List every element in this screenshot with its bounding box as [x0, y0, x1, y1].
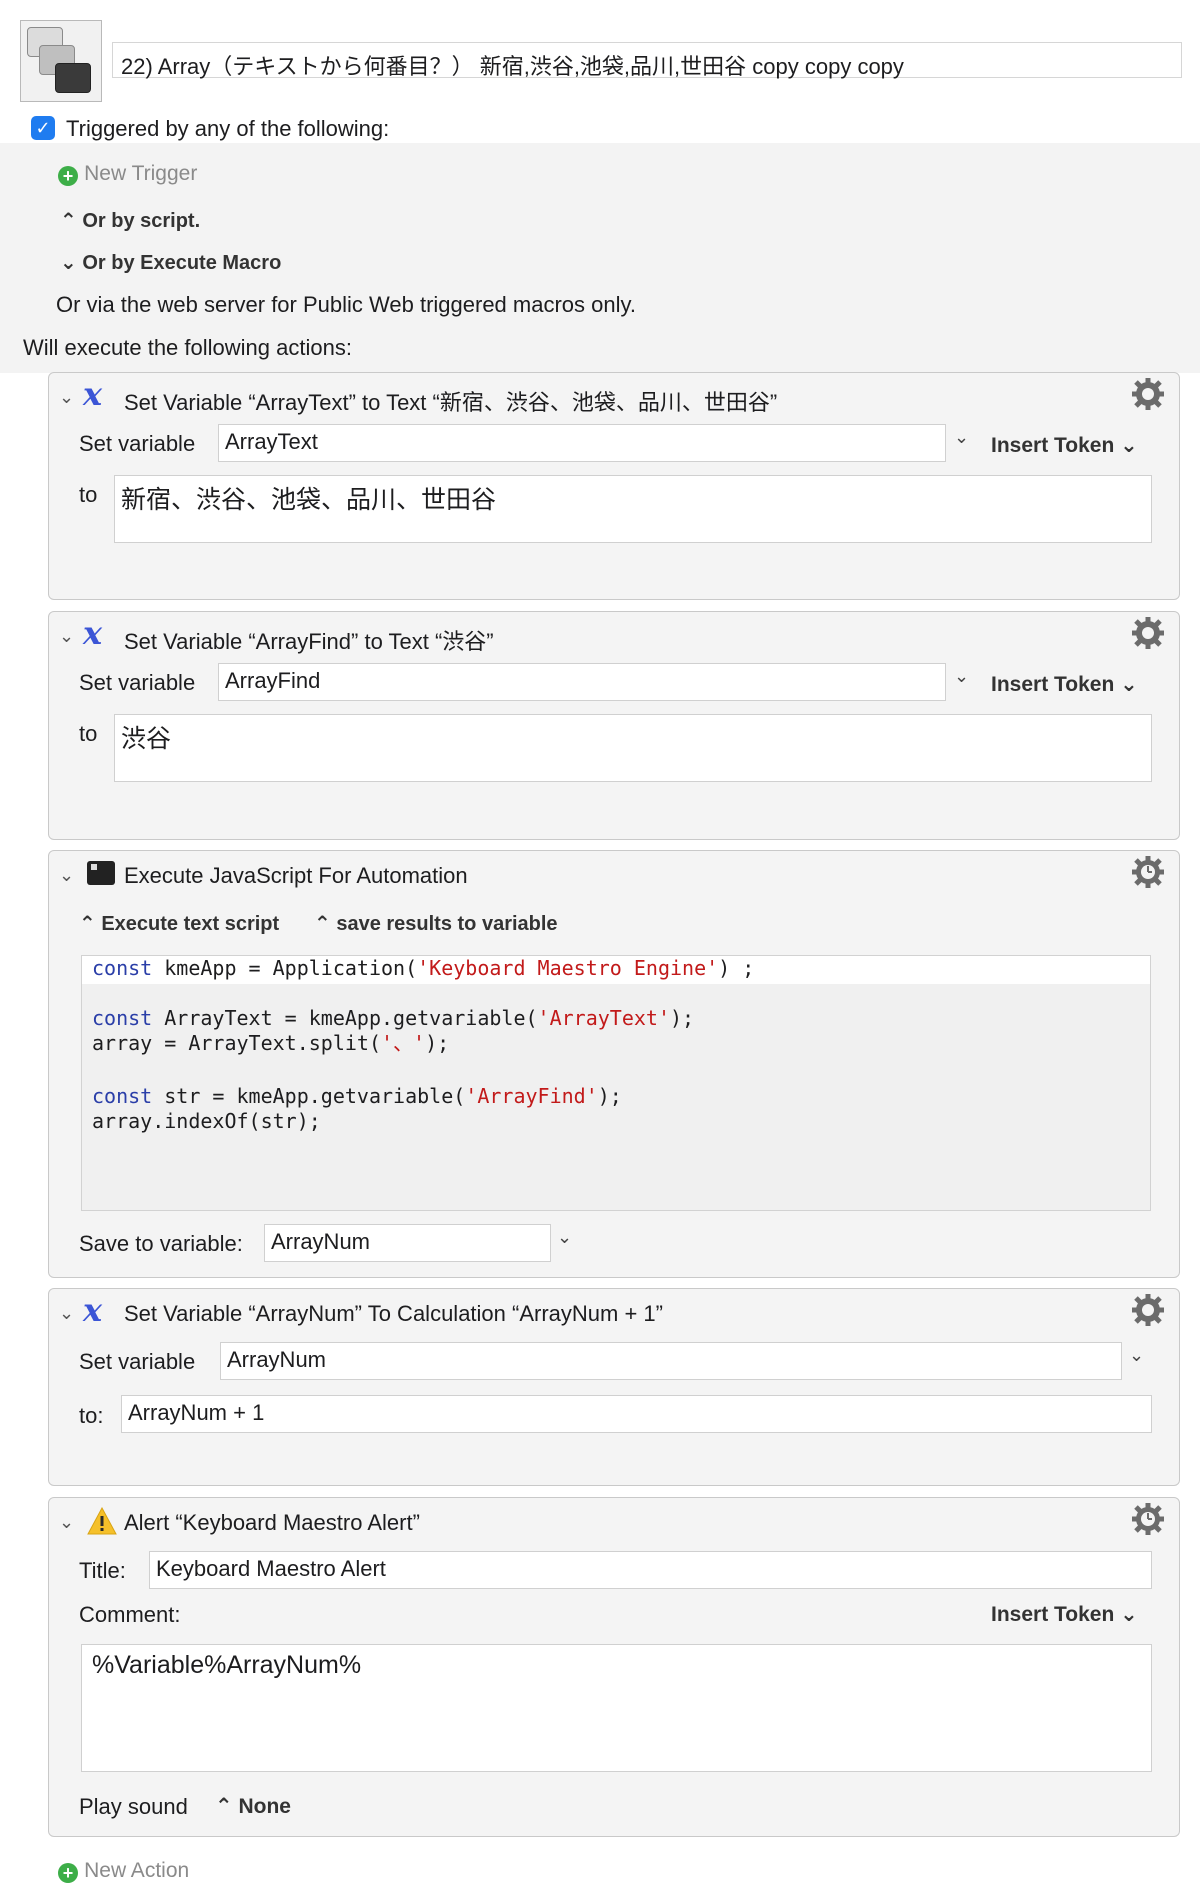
updown-chevron-icon: ⌃ [79, 913, 96, 935]
chevron-down-icon[interactable]: ⌄ [59, 1512, 74, 1533]
chevron-down-icon[interactable]: ⌄ [59, 1303, 74, 1324]
gear-icon[interactable] [1131, 616, 1165, 650]
gear-icon[interactable] [1131, 1293, 1165, 1327]
save-to-variable-field[interactable]: ArrayNum [264, 1224, 551, 1262]
macro-name-field[interactable]: 22) Array（テキストから何番目？） 新宿,渋谷,池袋,品川,世田谷 co… [112, 42, 1182, 79]
text-value-field[interactable]: 新宿、渋谷、池袋、品川、世田谷 [114, 475, 1152, 543]
alert-title-field[interactable]: Keyboard Maestro Alert [149, 1551, 1152, 1589]
chevron-down-icon: ⌄ [60, 252, 77, 274]
action-title: Execute JavaScript For Automation [124, 863, 468, 888]
variable-x-icon: x [83, 1291, 103, 1329]
results-mode-label: save results to variable [336, 913, 558, 935]
new-trigger-label: New Trigger [84, 162, 198, 185]
action-title: Set Variable “ArrayText” to Text “新宿、渋谷、… [124, 390, 778, 415]
insert-token-button[interactable]: Insert Token ⌄ [991, 1602, 1138, 1627]
code-line: array.indexOf(str); [92, 1109, 321, 1133]
variable-x-icon: x [83, 614, 103, 652]
timer-gear-icon[interactable] [1131, 855, 1165, 889]
updown-chevron-icon: ⌃ [314, 913, 331, 935]
set-variable-label: Set variable [79, 670, 196, 695]
chevron-down-icon[interactable]: ⌄ [59, 387, 74, 408]
action-set-variable-arraynum[interactable]: ⌄ x Set Variable “ArrayNum” To Calculati… [48, 1288, 1180, 1486]
play-sound-value: None [238, 1795, 291, 1818]
save-to-variable-label: Save to variable: [79, 1231, 243, 1256]
variable-name-field[interactable]: ArrayNum [220, 1342, 1122, 1380]
variable-dropdown-icon[interactable]: ⌄ [954, 427, 969, 448]
code-line: array = ArrayText.split('、'); [92, 1031, 450, 1055]
chevron-down-icon[interactable]: ⌄ [59, 865, 74, 886]
set-variable-label: Set variable [79, 431, 196, 456]
terminal-icon [87, 861, 115, 885]
script-editor[interactable]: const kmeApp = Application('Keyboard Mae… [81, 955, 1151, 1211]
new-trigger-button[interactable]: + New Trigger [58, 160, 197, 186]
alert-title-label: Title: [79, 1558, 126, 1583]
play-sound-label: Play sound [79, 1794, 188, 1819]
action-alert[interactable]: ⌄ Alert “Keyboard Maestro Alert” Title: … [48, 1497, 1180, 1837]
variable-dropdown-icon[interactable]: ⌄ [1129, 1345, 1144, 1366]
triggered-checkbox[interactable]: ✓ [31, 116, 55, 140]
variable-x-icon: x [83, 375, 103, 413]
execute-mode-label: Execute text script [101, 913, 280, 935]
action-set-variable-arrayfind[interactable]: ⌄ x Set Variable “ArrayFind” to Text “渋谷… [48, 611, 1180, 840]
variable-dropdown-icon[interactable]: ⌄ [954, 666, 969, 687]
comment-field[interactable]: %Variable%ArrayNum% [81, 1644, 1152, 1772]
timer-gear-icon[interactable] [1131, 1502, 1165, 1536]
triggered-label: Triggered by any of the following: [66, 116, 390, 141]
new-action-button[interactable]: + New Action [58, 1857, 189, 1883]
to-label: to [79, 482, 98, 507]
updown-chevron-icon: ⌃ [60, 210, 77, 232]
or-by-script-label: Or by script. [82, 210, 201, 232]
play-sound-select[interactable]: ⌃ None [215, 1794, 291, 1819]
updown-chevron-icon: ⌃ [215, 1795, 233, 1818]
variable-name-field[interactable]: ArrayFind [218, 663, 946, 701]
or-by-script-toggle[interactable]: ⌃ Or by script. [60, 208, 200, 233]
insert-token-label: Insert Token [991, 673, 1115, 696]
to-label: to: [79, 1403, 104, 1428]
gear-icon[interactable] [1131, 377, 1165, 411]
calculation-field[interactable]: ArrayNum + 1 [121, 1395, 1152, 1433]
action-title: Alert “Keyboard Maestro Alert” [124, 1510, 420, 1535]
insert-token-label: Insert Token [991, 434, 1115, 457]
or-by-execute-macro-label: Or by Execute Macro [82, 252, 282, 274]
save-variable-dropdown-icon[interactable]: ⌄ [557, 1227, 572, 1248]
insert-token-button[interactable]: Insert Token ⌄ [991, 672, 1138, 697]
text-value-field[interactable]: 渋谷 [114, 714, 1152, 782]
code-line: const ArrayText = kmeApp.getvariable('Ar… [92, 1006, 695, 1030]
new-action-label: New Action [84, 1859, 190, 1882]
plus-circle-icon: + [58, 166, 78, 186]
actions-heading: Will execute the following actions: [23, 335, 352, 360]
action-title: Set Variable “ArrayNum” To Calculation “… [124, 1301, 663, 1326]
action-execute-javascript[interactable]: ⌄ Execute JavaScript For Automation ⌃ Ex… [48, 850, 1180, 1278]
execute-mode-select[interactable]: ⌃ Execute text script [79, 911, 279, 936]
insert-token-label: Insert Token [991, 1603, 1115, 1626]
action-title: Set Variable “ArrayFind” to Text “渋谷” [124, 629, 494, 654]
macro-icon[interactable] [20, 20, 102, 102]
chevron-down-icon[interactable]: ⌄ [59, 626, 74, 647]
comment-label: Comment: [79, 1602, 181, 1627]
action-set-variable-arraytext[interactable]: ⌄ x Set Variable “ArrayText” to Text “新宿… [48, 372, 1180, 600]
or-by-execute-macro-toggle[interactable]: ⌄ Or by Execute Macro [60, 250, 281, 275]
set-variable-label: Set variable [79, 1349, 196, 1374]
insert-token-button[interactable]: Insert Token ⌄ [991, 433, 1138, 458]
to-label: to [79, 721, 98, 746]
web-server-note: Or via the web server for Public Web tri… [56, 292, 636, 317]
variable-name-field[interactable]: ArrayText [218, 424, 946, 462]
plus-circle-icon: + [58, 1863, 78, 1883]
code-line: const kmeApp = Application('Keyboard Mae… [82, 956, 1150, 984]
results-mode-select[interactable]: ⌃ save results to variable [314, 911, 558, 936]
warning-icon [87, 1507, 117, 1535]
code-line: const str = kmeApp.getvariable('ArrayFin… [92, 1084, 622, 1108]
